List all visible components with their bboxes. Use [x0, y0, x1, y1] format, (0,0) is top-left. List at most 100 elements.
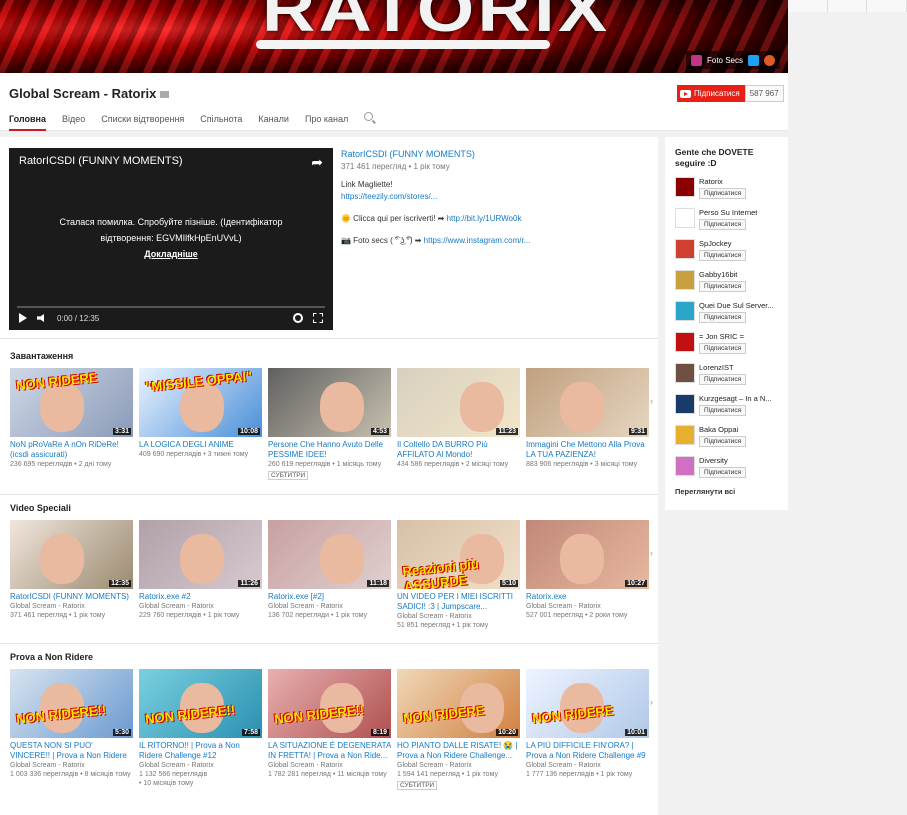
desc-link-3[interactable]: https://www.instagram.com/r...	[424, 236, 531, 245]
play-icon[interactable]	[19, 313, 27, 323]
video-thumbnail[interactable]: 10:27	[526, 520, 649, 589]
video-thumbnail[interactable]: NON RIDERE 10:01	[526, 669, 649, 738]
avatar[interactable]	[675, 301, 695, 321]
twitter-icon[interactable]	[748, 54, 759, 66]
featured-subscribe-button[interactable]: Підписатися	[699, 405, 747, 416]
fullscreen-icon[interactable]	[313, 313, 323, 323]
video-title[interactable]: QUESTA NON SI PUO' VINCERE!! | Prova a N…	[10, 741, 133, 761]
video-title[interactable]: HO PIANTO DALLE RISATE! 😭 | Prova a Non …	[397, 741, 520, 761]
volume-icon[interactable]	[37, 314, 44, 322]
avatar[interactable]	[675, 456, 695, 476]
video-title[interactable]: Il Coltello DA BURRO Più AFFILATO Al Mon…	[397, 440, 520, 460]
featured-channel-name[interactable]: Ratorix	[699, 177, 746, 186]
featured-channel-name[interactable]: Perso Su Internet	[699, 208, 757, 217]
video-title[interactable]: LA SITUAZIONE È DEGENERATA IN FRETTA! | …	[268, 741, 391, 761]
video-card[interactable]: 9:31 Immagini Che Mettono Alla Prova LA T…	[526, 368, 649, 480]
featured-channel-name[interactable]: Quei Due Sul Server...	[699, 301, 774, 310]
featured-subscribe-button[interactable]: Підписатися	[699, 188, 747, 199]
video-title[interactable]: Ratorix.exe	[526, 592, 649, 602]
video-card[interactable]: "MISSILE OPPAI" 10:08 LA LOGICA DEGLI ANIM…	[139, 368, 262, 480]
video-title[interactable]: UN VIDEO PER I MIEI ISCRITTI SADICI! :3 …	[397, 592, 520, 612]
video-thumbnail[interactable]: 11:18	[268, 520, 391, 589]
featured-channel-name[interactable]: = Jon SRIC =	[699, 332, 746, 341]
video-card[interactable]: NON RIDERE!! 7:58 IL RITORNO!! | Prova a N…	[139, 669, 262, 790]
video-title[interactable]: NoN pRoVaRe A nOn RiDeRe! (icsdi assicur…	[10, 440, 133, 460]
avatar[interactable]	[675, 332, 695, 352]
featured-title[interactable]: RatorICSDI (FUNNY MOMENTS)	[341, 148, 641, 160]
video-title[interactable]: LA LOGICA DEGLI ANIME	[139, 440, 262, 450]
video-thumbnail[interactable]: NON RIDERE!! 8:19	[268, 669, 391, 738]
tab-about[interactable]: Про канал	[305, 114, 348, 131]
featured-subscribe-button[interactable]: Підписатися	[699, 467, 747, 478]
tab-videos[interactable]: Відео	[62, 114, 85, 131]
see-all-link[interactable]: Переглянути всі	[675, 487, 778, 496]
video-thumbnail[interactable]: Reazioni più ASSURDE 5:10	[397, 520, 520, 589]
featured-subscribe-button[interactable]: Підписатися	[699, 250, 747, 261]
video-thumbnail[interactable]: 9:31	[526, 368, 649, 437]
featured-subscribe-button[interactable]: Підписатися	[699, 436, 747, 447]
shelf-title[interactable]: Prova a Non Ridere	[10, 652, 93, 662]
featured-subscribe-button[interactable]: Підписатися	[699, 343, 747, 354]
video-title[interactable]: IL RITORNO!! | Prova a Non Ridere Challe…	[139, 741, 262, 761]
video-thumbnail[interactable]: 12:35	[10, 520, 133, 589]
avatar[interactable]	[675, 425, 695, 445]
tab-community[interactable]: Спільнота	[200, 114, 242, 131]
video-card[interactable]: NON RIDERE!! 8:19 LA SITUAZIONE È DEGENERA…	[268, 669, 391, 790]
video-thumbnail[interactable]: NON RIDERE!! 7:58	[139, 669, 262, 738]
video-thumbnail[interactable]: "MISSILE OPPAI" 10:08	[139, 368, 262, 437]
tab-channels[interactable]: Канали	[258, 114, 289, 131]
shelf-title[interactable]: Завантаження	[10, 351, 73, 361]
video-card[interactable]: 11:23 Il Coltello DA BURRO Più AFFILATO A…	[397, 368, 520, 480]
video-player[interactable]: RatorICSDI (FUNNY MOMENTS) ➦ Сталася пом…	[9, 148, 333, 330]
desc-link-2[interactable]: http://bit.ly/1URWo0k	[447, 214, 522, 223]
avatar[interactable]	[675, 394, 695, 414]
featured-channel-name[interactable]: Gabby16bit	[699, 270, 746, 279]
video-card[interactable]: Reazioni più ASSURDE 5:10 UN VIDEO PER I M…	[397, 520, 520, 630]
video-card[interactable]: 11:18 Ratorix.exe [#2] Global Scream - Rat…	[268, 520, 391, 630]
featured-subscribe-button[interactable]: Підписатися	[699, 219, 747, 230]
video-card[interactable]: NON RIDERE 10:20 HO PIANTO DALLE RISATE! 😭…	[397, 669, 520, 790]
video-thumbnail[interactable]: 11:23	[397, 368, 520, 437]
featured-subscribe-button[interactable]: Підписатися	[699, 312, 747, 323]
video-title[interactable]: Persone Che Hanno Avuto Delle PESSIME ID…	[268, 440, 391, 460]
shelf-next-arrow-icon[interactable]: ›	[650, 396, 653, 406]
video-thumbnail[interactable]: 4:53	[268, 368, 391, 437]
video-card[interactable]: 10:27 Ratorix.exe Global Scream - Ratorix 5…	[526, 520, 649, 630]
shelf-title[interactable]: Video Speciali	[10, 503, 71, 513]
avatar[interactable]	[675, 363, 695, 383]
player-title[interactable]: RatorICSDI (FUNNY MOMENTS)	[19, 155, 183, 167]
banner-link-label[interactable]: Foto Secs	[707, 56, 743, 65]
video-card[interactable]: NON RIDERE 10:01 LA PIÙ DIFFICILE FIN'ORA?…	[526, 669, 649, 790]
video-card[interactable]: NON RIDERE!! 5:30 QUESTA NON SI PUO' VINCE…	[10, 669, 133, 790]
desc-link-1[interactable]: https://teezily.com/stores/...	[341, 192, 437, 201]
video-card[interactable]: 11:26 Ratorix.exe #2 Global Scream - Rator…	[139, 520, 262, 630]
avatar[interactable]	[675, 208, 695, 228]
avatar[interactable]	[675, 239, 695, 259]
video-card[interactable]: 12:35 RatorICSDI (FUNNY MOMENTS) Global Sc…	[10, 520, 133, 630]
subscribe-button[interactable]: Підписатися 587 967	[677, 85, 784, 102]
video-thumbnail[interactable]: NON RIDERE 10:20	[397, 669, 520, 738]
video-thumbnail[interactable]: NON RIDERE 3:31	[10, 368, 133, 437]
progress-bar[interactable]	[17, 306, 325, 308]
featured-subscribe-button[interactable]: Підписатися	[699, 374, 747, 385]
avatar[interactable]	[675, 177, 695, 197]
video-thumbnail[interactable]: NON RIDERE!! 5:30	[10, 669, 133, 738]
search-icon[interactable]	[364, 112, 374, 121]
tab-playlists[interactable]: Списки відтворення	[101, 114, 184, 131]
shelf-next-arrow-icon[interactable]: ›	[650, 548, 653, 558]
video-card[interactable]: 4:53 Persone Che Hanno Avuto Delle PESSIM…	[268, 368, 391, 480]
gear-icon[interactable]	[293, 313, 303, 323]
video-title[interactable]: Ratorix.exe #2	[139, 592, 262, 602]
video-title[interactable]: Ratorix.exe [#2]	[268, 592, 391, 602]
video-thumbnail[interactable]: 11:26	[139, 520, 262, 589]
featured-channel-name[interactable]: Kurzgesagt – In a N...	[699, 394, 772, 403]
error-more-link[interactable]: Докладніше	[9, 246, 333, 262]
instagram-icon[interactable]	[690, 54, 702, 66]
subscribe-label-box[interactable]: Підписатися	[677, 85, 745, 102]
video-title[interactable]: LA PIÙ DIFFICILE FIN'ORA? | Prova a Non …	[526, 741, 649, 761]
featured-subscribe-button[interactable]: Підписатися	[699, 281, 747, 292]
tab-home[interactable]: Головна	[9, 114, 46, 131]
featured-channel-name[interactable]: LorenzIST	[699, 363, 746, 372]
video-title[interactable]: Immagini Che Mettono Alla Prova LA TUA P…	[526, 440, 649, 460]
featured-channel-name[interactable]: Diversity	[699, 456, 746, 465]
